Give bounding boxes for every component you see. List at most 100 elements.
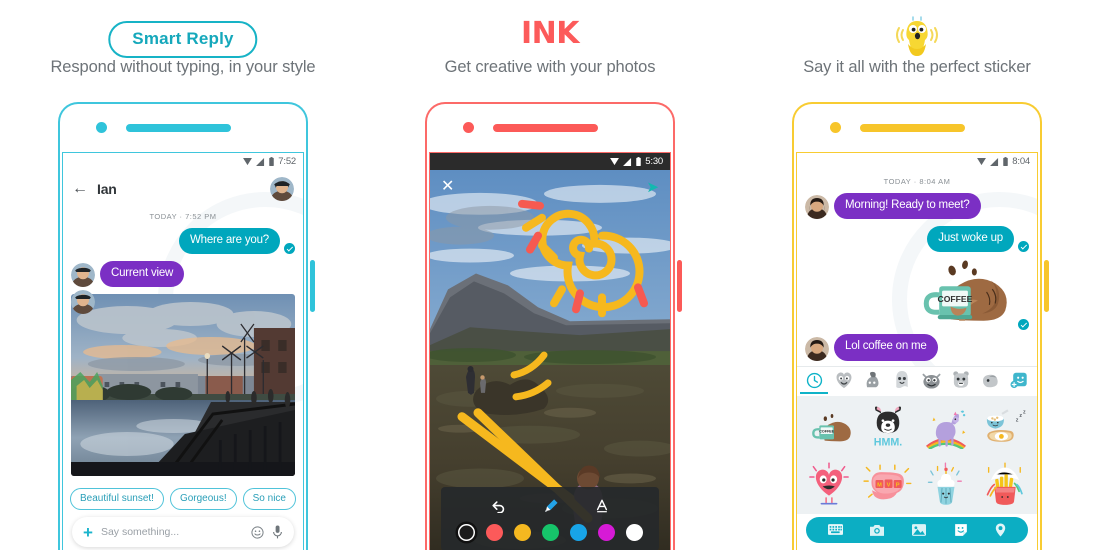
sticker-cell[interactable]: zzz bbox=[977, 401, 1034, 455]
phone-side-button bbox=[310, 260, 315, 312]
sunset-canal-photo[interactable] bbox=[71, 294, 295, 477]
day-stamp: TODAY · 8:04 AM bbox=[883, 177, 951, 186]
ink-tool-row bbox=[441, 494, 659, 518]
star-mascot-icon bbox=[894, 14, 940, 61]
llama-rainbow-sticker bbox=[926, 410, 967, 449]
pen-icon[interactable] bbox=[543, 498, 559, 514]
color-swatch-black[interactable] bbox=[457, 524, 475, 541]
sticker-pack-tabs bbox=[797, 365, 1037, 396]
earpiece-speaker bbox=[126, 124, 231, 132]
front-camera-icon bbox=[463, 122, 474, 133]
avatar[interactable] bbox=[270, 177, 294, 201]
gallery-icon[interactable] bbox=[911, 523, 926, 536]
color-swatch-green[interactable] bbox=[541, 524, 559, 541]
panel-ink: INK Get creative with your photos 5:30 ✕… bbox=[367, 0, 733, 550]
delivered-check-icon bbox=[1018, 241, 1029, 253]
panel-stickers: Say it all with the perfect sticker 8:04… bbox=[734, 0, 1100, 550]
delivered-check-icon bbox=[1018, 319, 1029, 331]
keyboard-icon[interactable] bbox=[827, 524, 843, 536]
smart-reply-chip-1[interactable]: Beautiful sunset! bbox=[70, 488, 164, 511]
avatar[interactable] bbox=[805, 195, 829, 220]
sticker-tab-bird[interactable] bbox=[976, 367, 1004, 396]
message-bubble[interactable]: Where are you? bbox=[178, 228, 280, 255]
cupcake-sticker bbox=[928, 462, 963, 505]
undo-icon[interactable] bbox=[491, 500, 507, 513]
sticker-cell[interactable] bbox=[801, 457, 858, 511]
happy-heart-sticker bbox=[809, 462, 850, 505]
sticker-tab-recent[interactable] bbox=[800, 367, 829, 396]
close-icon[interactable]: ✕ bbox=[441, 179, 454, 195]
stickers-subtitle: Say it all with the perfect sticker bbox=[803, 58, 1031, 76]
smart-reply-chips: Beautiful sunset! Gorgeous! So nice bbox=[63, 480, 303, 517]
recent-clock-icon bbox=[806, 372, 822, 388]
send-icon[interactable]: ➤ bbox=[646, 180, 659, 195]
conversation-app-bar: ← Ian bbox=[63, 170, 303, 208]
status-time: 8:04 bbox=[1012, 156, 1030, 167]
svg-text:COFFEE: COFFEE bbox=[938, 294, 973, 304]
bear-coffee-sticker[interactable]: COFFEE bbox=[906, 259, 1014, 330]
phone-screen: 7:52 ← Ian TODAY · 7:52 PM Where are you… bbox=[62, 152, 304, 550]
sticker-tab-bear[interactable] bbox=[947, 367, 975, 396]
message-bubble[interactable]: Current view bbox=[100, 261, 185, 288]
color-swatch-white[interactable] bbox=[625, 524, 643, 541]
sticker-cell[interactable] bbox=[977, 457, 1034, 511]
tab-underline bbox=[1006, 392, 1034, 394]
phone-screen: 8:04 TODAY · 8:04 AM Morning! Ready to m… bbox=[796, 152, 1038, 550]
sticker-icon[interactable] bbox=[954, 523, 968, 537]
add-attachment-icon[interactable]: + bbox=[83, 524, 93, 541]
tab-underline bbox=[859, 392, 887, 394]
sticker-tab-plant[interactable] bbox=[859, 367, 887, 396]
battery-icon bbox=[636, 157, 642, 166]
smart-reply-subtitle: Respond without typing, in your style bbox=[50, 58, 316, 76]
message-row-incoming: Lol coffee on me bbox=[797, 334, 1037, 361]
status-bar: 7:52 bbox=[63, 153, 303, 170]
color-swatch-yellow[interactable] bbox=[513, 524, 531, 541]
sticker-cell[interactable]: HMM. bbox=[860, 401, 917, 455]
message-bubble[interactable]: Lol coffee on me bbox=[834, 334, 938, 361]
avatar[interactable] bbox=[805, 336, 829, 361]
sticker-tab-heart[interactable] bbox=[829, 367, 857, 396]
sticker-tab-add[interactable] bbox=[1006, 367, 1034, 396]
sticker-cell[interactable]: M V P bbox=[860, 457, 917, 511]
smart-reply-chip-3[interactable]: So nice bbox=[242, 488, 296, 511]
wifi-icon bbox=[610, 157, 620, 165]
text-icon[interactable] bbox=[595, 499, 609, 513]
message-input[interactable]: Say something... bbox=[101, 526, 243, 538]
smart-reply-chip-2[interactable]: Gorgeous! bbox=[169, 488, 237, 511]
signal-icon bbox=[256, 157, 265, 166]
sticker-tab-ghost[interactable] bbox=[888, 367, 916, 396]
bear-pack-icon bbox=[953, 370, 969, 388]
tab-underline bbox=[918, 392, 946, 394]
message-row-incoming: Morning! Ready to meet? bbox=[797, 193, 1037, 220]
monster-pack-icon bbox=[922, 373, 941, 389]
sticker-cell[interactable]: COFFEE bbox=[801, 401, 858, 455]
color-swatch-magenta[interactable] bbox=[597, 524, 615, 541]
back-button[interactable]: ← bbox=[72, 181, 90, 197]
color-swatch-blue[interactable] bbox=[569, 524, 587, 541]
earpiece-speaker bbox=[493, 124, 598, 132]
location-icon[interactable] bbox=[995, 523, 1006, 537]
camera-icon[interactable] bbox=[870, 524, 885, 536]
mic-icon[interactable] bbox=[272, 525, 283, 539]
color-swatch-red[interactable] bbox=[485, 524, 503, 541]
day-stamp: TODAY · 7:52 PM bbox=[149, 212, 217, 221]
sticker-cell[interactable] bbox=[918, 401, 975, 455]
sticker-tab-monster[interactable] bbox=[918, 367, 946, 396]
status-time: 7:52 bbox=[278, 156, 296, 167]
svg-text:M: M bbox=[877, 482, 882, 488]
heart-pack-icon bbox=[836, 372, 852, 388]
message-composer[interactable]: + Say something... bbox=[72, 517, 294, 548]
marketing-banner: Smart Reply Respond without typing, in y… bbox=[0, 0, 1100, 550]
photo-message[interactable] bbox=[63, 290, 303, 477]
conversation-stickers: TODAY · 8:04 AM Morning! Ready to meet? … bbox=[797, 170, 1037, 366]
emoji-icon[interactable] bbox=[251, 526, 264, 539]
sticker-bottom-bar bbox=[806, 516, 1028, 543]
message-bubble[interactable]: Morning! Ready to meet? bbox=[834, 193, 981, 220]
phone-mockup-smart-reply: 7:52 ← Ian TODAY · 7:52 PM Where are you… bbox=[58, 102, 315, 550]
message-bubble[interactable]: Just woke up bbox=[927, 226, 1014, 253]
avatar[interactable] bbox=[71, 263, 95, 288]
ink-color-swatches bbox=[441, 524, 659, 541]
tab-underline bbox=[947, 392, 975, 394]
sticker-cell[interactable] bbox=[918, 457, 975, 511]
battery-icon bbox=[1003, 157, 1009, 166]
